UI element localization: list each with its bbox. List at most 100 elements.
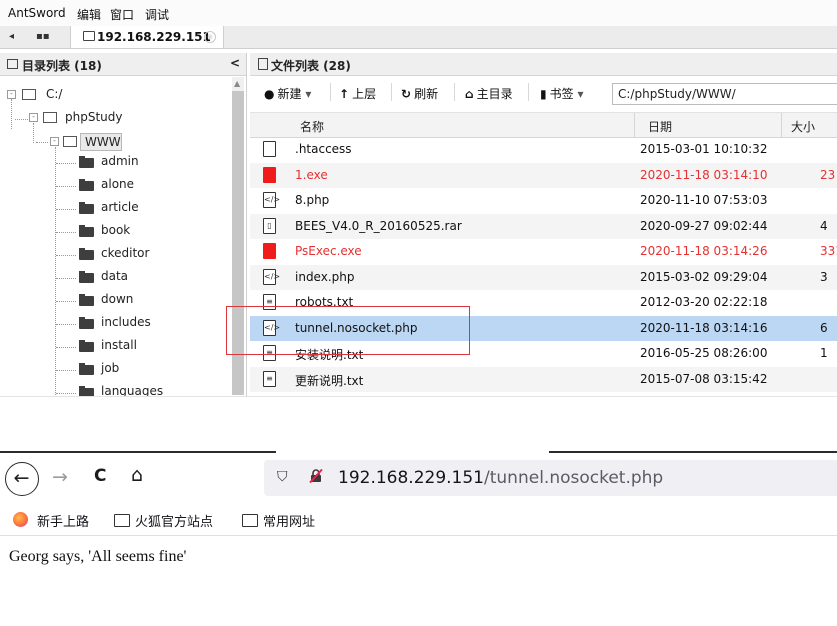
bookmark-firefox-official[interactable]: 火狐官方站点 [135,511,213,530]
menu-debug[interactable]: 调试 [145,6,169,23]
folder-open-icon [63,136,77,147]
directory-panel-header: 目录列表 (18) < [0,53,246,76]
home-dir-button[interactable]: ⌂ 主目录 [465,85,513,102]
tree-item-folder[interactable]: ckeditor [101,246,149,260]
tree-item-www-label: WWW [85,135,121,149]
tab-bar: ◂ ▪▪ 192.168.229.151 ⊗ [0,26,837,49]
file-row[interactable]: PsExec.exe 2020-11-18 03:14:26 331 [250,239,837,264]
url-bar[interactable]: ⛉ 192.168.229.151/tunnel.nosocket.php [264,460,837,496]
file-name: .htaccess [295,142,352,156]
scroll-up-icon[interactable]: ▲ [234,79,240,88]
file-list-title: 文件列表 (28) [271,59,351,73]
folder-icon [83,31,95,41]
expand-toggle-icon[interactable]: - [29,113,38,122]
tree-item-folder[interactable]: down [101,292,133,306]
file-name: BEES_V4.0_R_20160525.rar [295,218,462,233]
tree-item-folder[interactable]: includes [101,315,151,329]
tree-item-folder[interactable]: install [101,338,137,352]
file-row[interactable]: 1.exe 2020-11-18 03:14:10 23 [250,162,837,188]
file-size: 1 [820,346,828,360]
insecure-lock-icon[interactable] [309,469,323,483]
file-name: 1.exe [295,167,328,182]
menu-bar: AntSword 编辑 窗口 调试 [0,0,837,27]
exe-file-icon [263,166,276,183]
tree-item-folder[interactable]: languages [101,384,163,396]
file-date: 2015-03-02 09:29:04 [640,269,768,284]
tree-item-folder[interactable]: book [101,223,130,237]
file-date: 2020-11-18 03:14:10 [640,167,768,182]
tree-item-folder[interactable]: article [101,200,139,214]
file-size: 3 [820,269,828,284]
tab-shell-192-168-229-151[interactable]: 192.168.229.151 ⊗ [70,26,224,48]
bookmark-button[interactable]: ▮ 书签 ▾ [540,85,583,102]
file-date: 2016-05-25 08:26:00 [640,346,768,360]
expand-toggle-icon[interactable]: - [50,137,59,146]
new-button[interactable]: ● 新建 ▾ [264,85,311,102]
folder-icon [114,514,130,527]
expand-toggle-icon[interactable]: - [7,90,16,99]
menu-edit[interactable]: 编辑 [77,6,101,23]
highlight-box [226,306,470,355]
refresh-icon: ↻ [401,87,412,101]
bookmark-common-sites[interactable]: 常用网址 [263,511,315,530]
home-button[interactable]: ⌂ [131,464,143,486]
folder-icon [79,202,94,214]
collapse-panel-button[interactable]: < [230,56,240,70]
column-size[interactable]: 大小 [791,118,815,135]
exe-file-icon [263,243,276,259]
back-button[interactable]: ← [5,462,39,496]
tree-item-folder[interactable]: data [101,269,128,283]
tree-item-phpstudy[interactable]: phpStudy [65,110,123,124]
file-size: 6 [820,320,828,335]
file-row[interactable]: </> index.php 2015-03-02 09:29:04 3 [250,264,837,290]
bookmarks-bar: 新手上路 火狐官方站点 常用网址 [0,505,837,536]
tab-scroll-left-button[interactable]: ◂ [9,31,14,42]
tree-item-c-drive[interactable]: C:/ [46,87,62,101]
folder-icon [7,59,18,69]
reload-button[interactable]: C [94,466,106,486]
file-name: index.php [295,269,355,284]
column-name[interactable]: 名称 [300,118,324,135]
browser-toolbar: ← → C ⌂ ⛉ 192.168.229.151/tunnel.nosocke… [0,458,837,502]
file-row[interactable]: </> 8.php 2020-11-10 07:53:03 [250,188,837,213]
directory-panel: 目录列表 (18) < ▲ - C:/ - phpStudy - WWW adm… [0,53,247,396]
divider-line [0,451,276,453]
grid-icon[interactable]: ▪▪ [36,31,50,42]
window-bottom-edge [0,396,837,397]
shield-icon[interactable]: ⛉ [277,469,288,485]
text-file-icon: ≡ [263,370,276,387]
file-row[interactable]: ≡ 更新说明.txt 2015-07-08 03:15:42 [250,366,837,392]
file-row[interactable]: .htaccess 2015-03-01 10:10:32 [250,137,837,162]
url-host: 192.168.229.151 [338,468,485,488]
tree-item-folder[interactable]: admin [101,154,139,168]
file-name: 更新说明.txt [295,373,364,388]
archive-file-icon: ▯ [263,217,276,234]
folder-icon [79,340,94,352]
file-table-header: 名称 日期 大小 [250,112,837,138]
url-path: /tunnel.nosocket.php [484,468,664,488]
arrow-up-icon: ↑ [339,87,350,101]
path-value: C:/phpStudy/WWW/ [618,87,736,101]
folder-icon [79,294,94,306]
up-level-button[interactable]: ↑ 上层 [339,85,376,102]
file-size: 23 [820,167,836,182]
forward-button[interactable]: → [52,466,68,488]
menu-antsword[interactable]: AntSword [8,6,66,20]
folder-open-icon [22,89,36,100]
refresh-button[interactable]: ↻ 刷新 [401,85,438,102]
plus-circle-icon: ● [264,87,275,101]
menu-window[interactable]: 窗口 [110,6,134,23]
file-name: 8.php [295,193,330,207]
file-list-header: 文件列表 (28) [250,53,837,76]
php-file-icon: </> [263,268,280,285]
close-tab-icon[interactable]: ⊗ [204,31,216,43]
file-row[interactable]: ▯ BEES_V4.0_R_20160525.rar 2020-09-27 09:0… [250,213,837,239]
tree-item-www-selected[interactable]: WWW [80,133,122,151]
column-date[interactable]: 日期 [648,118,672,135]
tree-item-folder[interactable]: job [101,361,119,375]
folder-icon [79,179,94,191]
file-icon [258,58,268,70]
path-input[interactable]: C:/phpStudy/WWW/ [612,83,837,105]
tree-item-folder[interactable]: alone [101,177,134,191]
bookmark-getting-started[interactable]: 新手上路 [37,511,89,530]
